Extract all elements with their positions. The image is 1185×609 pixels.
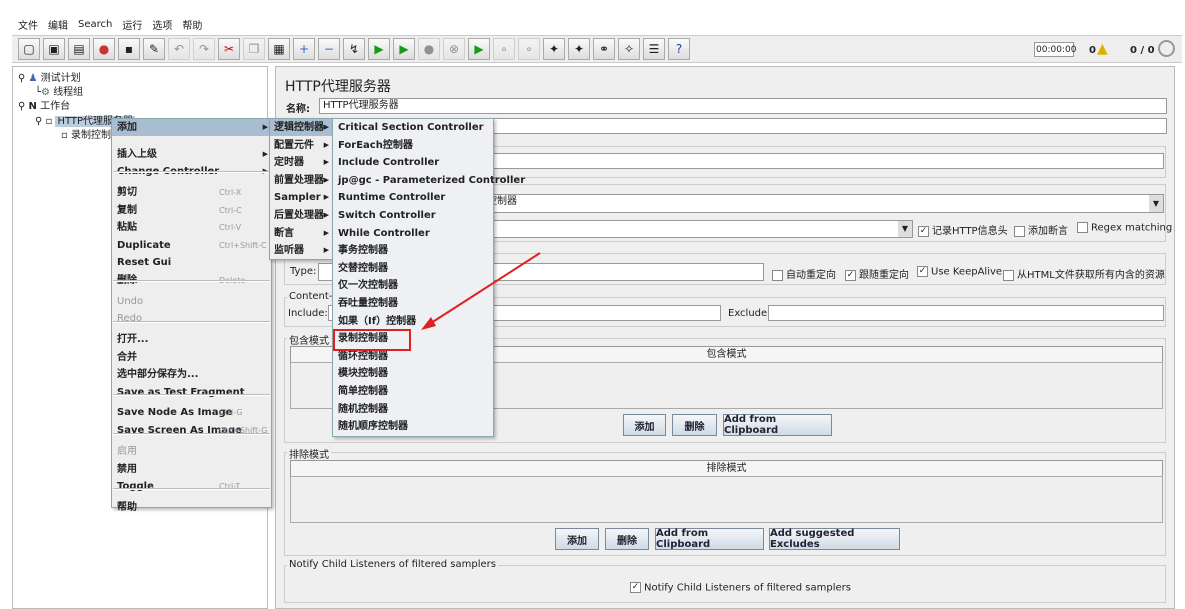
arrow-head — [421, 317, 436, 330]
arrow-line — [427, 252, 541, 326]
annotation-arrow — [421, 252, 541, 330]
